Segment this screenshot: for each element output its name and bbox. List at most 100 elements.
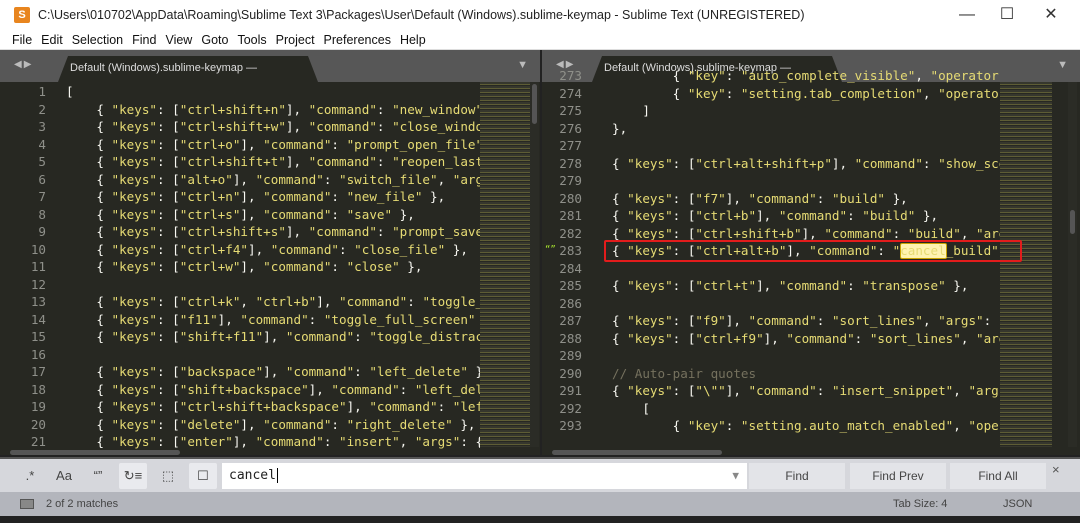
code-line: { "key": "setting.auto_match_enabled", "… — [612, 418, 1000, 433]
line-number: 290 — [559, 365, 582, 381]
find-input[interactable]: cancel ▼ — [222, 463, 747, 489]
case-sensitive-toggle[interactable]: Aa — [50, 463, 78, 489]
code-line: [ — [66, 84, 74, 99]
line-number: 21 — [30, 434, 46, 449]
code-line: { "keys": ["ctrl+shift+t"], "command": "… — [66, 154, 480, 169]
minimap[interactable] — [480, 82, 532, 447]
line-number: 275 — [559, 103, 582, 118]
line-number: 286 — [559, 295, 582, 311]
find-panel: .* Aa “” ↻≡ ⬚ ☐ cancel ▼ Find Find Prev F… — [0, 457, 1080, 492]
tab-bar: ◀▶ Default (Windows).sublime-keymap — De… — [0, 50, 540, 82]
line-number: 282 — [559, 225, 582, 241]
line-number: 278 — [559, 155, 582, 171]
menu-tools[interactable]: Tools — [237, 33, 266, 47]
tab-default-keymap[interactable]: Default (Windows).sublime-keymap — Defau… — [58, 56, 318, 82]
code-line: { "keys": ["ctrl+w"], "command": "close"… — [66, 259, 423, 274]
code-editor[interactable]: 273 { "key": "auto_complete_visible", "o… — [542, 68, 1080, 455]
match-count: 2 of 2 matches — [46, 498, 119, 510]
line-number: 18 — [30, 381, 46, 397]
line-number: 279 — [559, 173, 582, 188]
code-line: { "key": "setting.tab_completion", "oper… — [612, 85, 1000, 101]
line-number: 17 — [30, 364, 46, 379]
line-number: 293 — [559, 418, 582, 433]
horizontal-scrollbar[interactable] — [552, 450, 722, 455]
close-window-button[interactable]: ✕ — [1028, 0, 1074, 30]
code-line: { "keys": ["ctrl+o"], "command": "prompt… — [66, 136, 480, 152]
code-line: { "keys": ["ctrl+t"], "command": "transp… — [612, 278, 969, 293]
tab-dropdown-icon[interactable]: ▼ — [1057, 59, 1068, 71]
code-line: { "keys": ["ctrl+shift+backspace"], "com… — [66, 399, 480, 414]
line-number: 281 — [559, 208, 582, 223]
menu-preferences[interactable]: Preferences — [324, 33, 391, 47]
horizontal-scrollbar[interactable] — [10, 450, 180, 455]
tab-dropdown-icon[interactable]: ▼ — [517, 59, 528, 71]
wrap-toggle[interactable]: ↻≡ — [119, 463, 147, 489]
menu-bar: File Edit Selection Find View Goto Tools Projec… — [0, 30, 1080, 50]
line-number: 277 — [559, 138, 582, 153]
code-line: { "keys": ["delete"], "command": "right_… — [66, 416, 476, 432]
line-number: 8 — [38, 206, 46, 222]
vertical-scrollbar[interactable] — [1068, 82, 1077, 447]
find-history-dropdown-icon[interactable]: ▼ — [732, 463, 739, 489]
menu-help[interactable]: Help — [400, 33, 426, 47]
code-line: ] — [612, 103, 650, 118]
code-line: { "keys": ["f9"], "command": "sort_lines… — [612, 313, 1000, 328]
window-title: C:\Users\010702\AppData\Roaming\Sublime … — [38, 8, 805, 22]
tab-size[interactable]: Tab Size: 4 — [893, 492, 947, 516]
code-line: { "keys": ["ctrl+shift+n"], "command": "… — [66, 101, 480, 117]
code-line: [ — [612, 400, 650, 416]
menu-project[interactable]: Project — [276, 33, 315, 47]
vertical-scrollbar[interactable] — [530, 82, 539, 447]
highlight-matches-toggle[interactable]: ☐ — [189, 463, 217, 489]
menu-selection[interactable]: Selection — [72, 33, 123, 47]
maximize-button[interactable]: ☐ — [984, 0, 1030, 30]
find-all-button[interactable]: Find All — [950, 463, 1046, 489]
panel-toggle-icon[interactable] — [20, 499, 34, 509]
line-number: 292 — [559, 400, 582, 416]
menu-view[interactable]: View — [165, 33, 192, 47]
line-number: 276 — [559, 120, 582, 136]
code-line: { "keys": ["enter"], "command": "insert"… — [66, 434, 480, 449]
find-button[interactable]: Find — [749, 463, 845, 489]
line-number: 287 — [559, 313, 582, 328]
line-number: 3 — [38, 119, 46, 134]
sublime-logo-icon: S — [14, 7, 30, 23]
find-prev-button[interactable]: Find Prev — [850, 463, 946, 489]
menu-goto[interactable]: Goto — [201, 33, 228, 47]
line-number: 5 — [38, 154, 46, 169]
minimap[interactable] — [1000, 82, 1052, 447]
code-line: { "keys": ["ctrl+b"], "command": "build"… — [612, 208, 939, 223]
title-bar: S C:\Users\010702\AppData\Roaming\Sublim… — [0, 0, 1080, 30]
menu-file[interactable]: File — [12, 33, 32, 47]
line-number: 11 — [30, 259, 46, 274]
line-number: 289 — [559, 348, 582, 363]
in-selection-toggle[interactable]: ⬚ — [154, 463, 182, 489]
tab-nav-arrows-icon[interactable]: ◀▶ — [14, 59, 33, 70]
menu-edit[interactable]: Edit — [41, 33, 63, 47]
code-line: { "key": "auto_complete_visible", "opera… — [612, 68, 1000, 83]
line-number: 14 — [30, 311, 46, 327]
menu-find[interactable]: Find — [132, 33, 156, 47]
line-number: 7 — [38, 189, 46, 204]
regex-toggle[interactable]: .* — [16, 463, 44, 489]
code-line: { "keys": ["f7"], "command": "build" }, — [612, 190, 908, 206]
line-number: 19 — [30, 399, 46, 414]
whole-word-toggle[interactable]: “” — [84, 463, 112, 489]
line-number: 4 — [38, 136, 46, 152]
code-editor[interactable]: 1 [2 { "keys": ["ctrl+shift+n"], "command… — [0, 82, 540, 455]
close-find-panel-button[interactable]: × — [1052, 462, 1060, 477]
line-number: 1 — [38, 84, 46, 99]
code-line: { "keys": ["alt+o"], "command": "switch_… — [66, 171, 480, 187]
code-line: { "keys": ["ctrl+shift+s"], "command": "… — [66, 224, 480, 239]
line-number: 10 — [30, 241, 46, 257]
line-number: 273 — [559, 68, 582, 83]
syntax-mode[interactable]: JSON — [1003, 492, 1032, 516]
line-number: 2 — [38, 101, 46, 117]
code-line: // Auto-pair quotes — [612, 365, 757, 381]
code-line: { "keys": ["backspace"], "command": "lef… — [66, 364, 480, 379]
